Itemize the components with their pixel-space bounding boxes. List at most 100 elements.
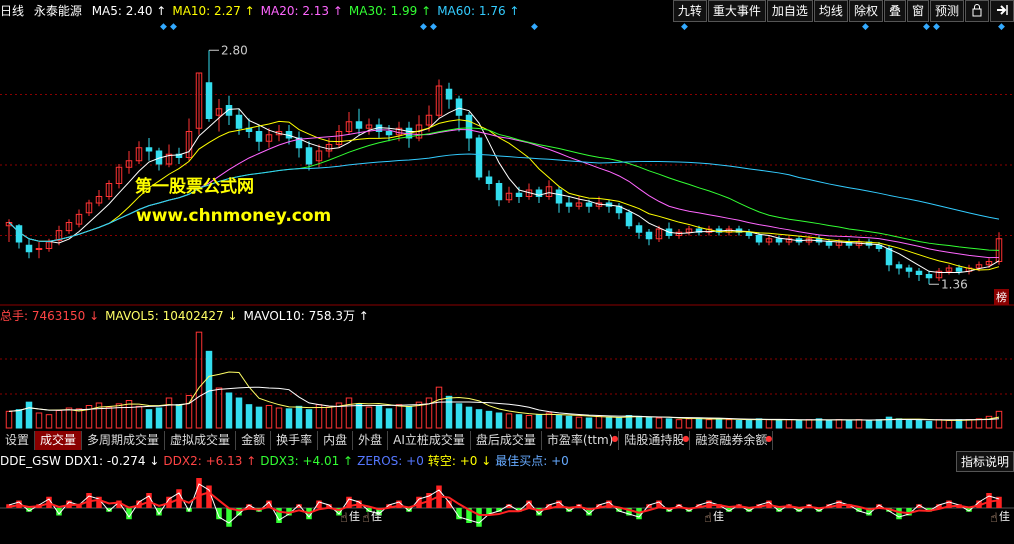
candle (925, 271, 933, 285)
volume-bar (495, 412, 503, 429)
tab-9[interactable]: 盘后成交量 (470, 431, 542, 450)
ma-legend-item-3: MA30: 1.99 ↑ (348, 4, 432, 18)
candle (685, 225, 693, 236)
candle (445, 82, 453, 109)
tab-12[interactable]: 融资融券余额 ● (690, 431, 774, 450)
volume-bar (705, 419, 713, 429)
toolbar-btn-ma[interactable]: 均线 (813, 0, 848, 22)
volume-bar (555, 415, 563, 429)
candle (515, 186, 523, 203)
volume-legend: 总手: 7463150 ↓ MAVOL5: 10402427 ↓ MAVOL10: … (0, 307, 1014, 325)
candlestick-chart[interactable]: 2.80 1.36 (0, 24, 1014, 306)
exit-arrow-icon[interactable] (990, 0, 1014, 22)
hand-pointer-icon: ☝ (362, 511, 370, 526)
candle-body (885, 248, 893, 266)
candle (365, 118, 373, 135)
volume-bar (675, 419, 683, 429)
volume-bar (945, 420, 953, 429)
volume-bar (565, 415, 573, 429)
tab-7[interactable]: 外盘 (353, 431, 389, 450)
indicator-help-button[interactable]: 指标说明 (955, 451, 1014, 472)
candle (215, 99, 223, 132)
volume-bar (425, 397, 433, 429)
tab-label: AI立桩成交量 (393, 433, 465, 447)
candle (995, 232, 1003, 265)
watermark-url: www.chnmoney.com (136, 206, 332, 226)
volume-bar (155, 407, 163, 429)
toolbar-btn-forecast[interactable]: 预测 (929, 0, 964, 22)
tab-3[interactable]: 虚拟成交量 (165, 431, 237, 450)
volume-bar (315, 404, 323, 429)
candle (135, 141, 143, 164)
volume-bar (165, 397, 173, 429)
volume-chart[interactable] (0, 324, 1014, 430)
tab-10[interactable]: 市盈率(ttm) ● (541, 431, 620, 450)
ddx-chart[interactable]: ☝ 佳 ☝ 佳 ☝ 佳 ☝ 佳 (0, 470, 1014, 544)
candle-body (515, 192, 523, 197)
best-buy-marker: ☝ 佳 (362, 509, 382, 526)
candle (405, 121, 413, 148)
volume-bar (385, 408, 393, 429)
ddx-legend-item-3: ZEROS: +0 (357, 454, 424, 468)
volume-legend-item-2: MAVOL10: 758.3万 ↑ (243, 309, 369, 323)
volume-bar (665, 418, 673, 429)
ma-legend-item-2: MA20: 2.13 ↑ (260, 4, 343, 18)
tab-8[interactable]: AI立桩成交量 (388, 431, 471, 450)
volume-bar (135, 405, 143, 429)
candle (635, 222, 643, 239)
tab-6[interactable]: 内盘 (318, 431, 354, 450)
volume-bar (345, 397, 353, 429)
tab-5[interactable]: 换手率 (271, 431, 319, 450)
toolbar-btn-exright[interactable]: 除权 (848, 0, 883, 22)
tab-label: 换手率 (276, 433, 313, 447)
tab-dot-icon: ● (682, 434, 690, 443)
tab-4[interactable]: 金额 (236, 431, 272, 450)
tab-1[interactable]: 成交量 (35, 431, 83, 450)
candle-body (145, 147, 153, 152)
volume-bar (255, 406, 263, 429)
toolbar-btn-overlay[interactable]: 叠 (883, 0, 906, 22)
candle (355, 108, 363, 135)
tab-label: 陆股通持股 (624, 433, 685, 447)
candle-body (465, 114, 473, 139)
volume-bar (545, 412, 553, 429)
candle (785, 235, 793, 246)
candle-body (625, 212, 633, 227)
candle (485, 170, 493, 190)
volume-bar (305, 409, 313, 429)
ma-legend-item-4: MA60: 1.76 ↑ (437, 4, 520, 18)
toolbar-btn-jiuzhuan[interactable]: 九转 (672, 0, 707, 22)
tab-label: 金额 (241, 433, 266, 447)
volume-bar (585, 417, 593, 429)
volume-bar (635, 415, 643, 429)
candle-body (915, 270, 923, 275)
volume-bar (835, 419, 843, 429)
tab-0[interactable]: 设置 (0, 431, 36, 450)
volume-bar (605, 416, 613, 429)
ddx1-line (8, 483, 1000, 524)
volume-bar (375, 405, 383, 429)
lock-icon[interactable] (965, 0, 989, 22)
candle-body (905, 267, 913, 272)
best-buy-marker: ☝ 佳 (704, 509, 724, 526)
rank-badge[interactable]: 榜 (994, 289, 1009, 305)
candle (295, 131, 303, 158)
tab-2[interactable]: 多周期成交量 (82, 431, 166, 450)
candle (775, 235, 783, 246)
candle (455, 95, 463, 132)
volume-bar (925, 420, 933, 429)
period-label[interactable]: 日线 (0, 4, 24, 18)
tab-11[interactable]: 陆股通持股 ● (619, 431, 691, 450)
candle (435, 79, 443, 119)
candle (645, 229, 653, 246)
best-buy-label: 佳 (371, 509, 382, 523)
toolbar-btn-add-watch[interactable]: 加自选 (766, 0, 813, 22)
tab-label: 融资融券余额 (695, 433, 768, 447)
tab-dot-icon: ● (611, 434, 619, 443)
tab-label: 多周期成交量 (87, 433, 160, 447)
toolbar-btn-events[interactable]: 重大事件 (707, 0, 766, 22)
volume-bar (435, 386, 443, 429)
candle (145, 138, 153, 161)
toolbar-btn-window[interactable]: 窗 (906, 0, 929, 22)
volume-bar (995, 410, 1003, 429)
